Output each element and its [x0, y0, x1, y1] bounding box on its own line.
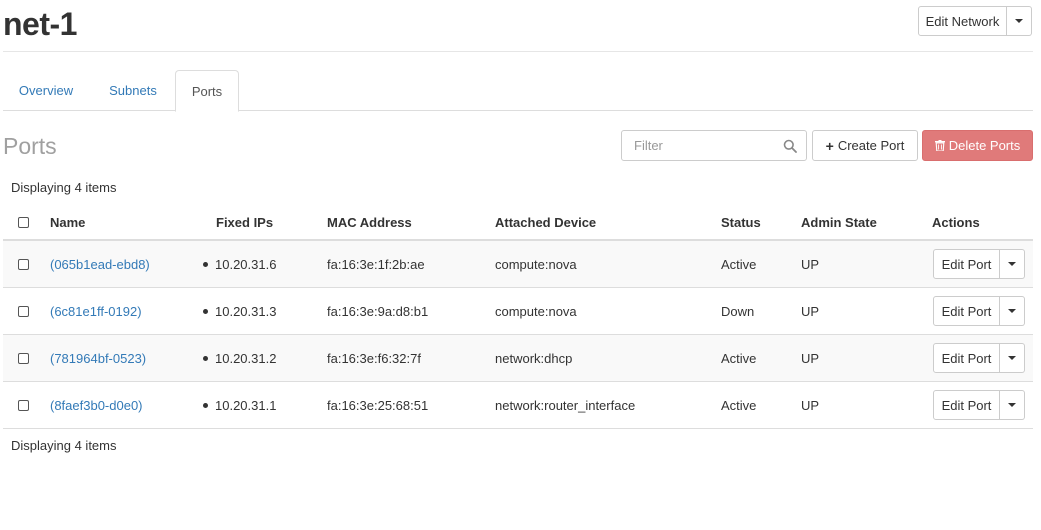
admin-state: UP: [801, 398, 820, 413]
trash-icon: [934, 140, 945, 151]
bullet-icon: [203, 403, 208, 409]
table-row: (6c81e1ff-0192) 10.20.31.3 fa:16:3e:9a:d…: [3, 288, 1033, 335]
ports-table: Name Fixed IPs MAC Address Attached Devi…: [3, 203, 1033, 429]
section-title: Ports: [3, 133, 57, 159]
item-count-top: Displaying 4 items: [11, 180, 117, 195]
plus-icon: +: [825, 137, 834, 154]
row-checkbox[interactable]: [18, 400, 29, 411]
row-checkbox[interactable]: [18, 306, 29, 317]
row-actions: Edit Port: [933, 343, 1025, 373]
fixed-ip-cell: 10.20.31.3: [203, 304, 276, 319]
port-name-link[interactable]: (6c81e1ff-0192): [50, 304, 142, 319]
chevron-down-icon: [1008, 262, 1016, 266]
search-icon[interactable]: [783, 139, 797, 153]
column-fixed-ips[interactable]: Fixed IPs: [216, 215, 273, 230]
fixed-ip: 10.20.31.6: [215, 257, 277, 272]
attached-device: network:dhcp: [495, 351, 573, 366]
row-checkbox[interactable]: [18, 353, 29, 364]
attached-device: network:router_interface: [495, 398, 636, 413]
status: Active: [721, 257, 757, 272]
fixed-ip-cell: 10.20.31.1: [203, 398, 276, 413]
create-port-button[interactable]: + Create Port: [812, 130, 918, 161]
port-name-link[interactable]: (781964bf-0523): [50, 351, 146, 366]
tab-overview[interactable]: Overview: [8, 70, 84, 111]
edit-network-dropdown-toggle[interactable]: [1007, 6, 1032, 36]
fixed-ip-cell: 10.20.31.6: [203, 257, 276, 272]
tab-ports[interactable]: Ports: [175, 70, 239, 112]
table-row: (065b1ead-ebd8) 10.20.31.6 fa:16:3e:1f:2…: [3, 241, 1033, 288]
edit-port-button[interactable]: Edit Port: [933, 343, 1000, 373]
delete-ports-label: Delete Ports: [948, 138, 1021, 153]
create-port-label: Create Port: [837, 138, 905, 153]
chevron-down-icon: [1008, 403, 1016, 407]
title-divider: [3, 51, 1033, 52]
row-actions-dropdown-toggle[interactable]: [1000, 249, 1025, 279]
fixed-ip: 10.20.31.3: [215, 304, 277, 319]
fixed-ip: 10.20.31.2: [215, 351, 277, 366]
filter-input[interactable]: [622, 138, 772, 153]
admin-state: UP: [801, 257, 820, 272]
edit-network-group: Edit Network: [918, 6, 1032, 36]
port-name-link[interactable]: (8faef3b0-d0e0): [50, 398, 143, 413]
edit-port-button[interactable]: Edit Port: [933, 390, 1000, 420]
status: Active: [721, 351, 757, 366]
attached-device: compute:nova: [495, 257, 577, 272]
edit-port-button[interactable]: Edit Port: [933, 296, 1000, 326]
mac-address: fa:16:3e:1f:2b:ae: [327, 257, 425, 272]
chevron-down-icon: [1008, 356, 1016, 360]
column-attached-device[interactable]: Attached Device: [495, 215, 596, 230]
chevron-down-icon: [1015, 19, 1023, 23]
table-row: (781964bf-0523) 10.20.31.2 fa:16:3e:f6:3…: [3, 335, 1033, 382]
delete-ports-button[interactable]: Delete Ports: [922, 130, 1033, 161]
edit-port-button[interactable]: Edit Port: [933, 249, 1000, 279]
mac-address: fa:16:3e:9a:d8:b1: [327, 304, 429, 319]
admin-state: UP: [801, 304, 820, 319]
tab-subnets[interactable]: Subnets: [97, 70, 169, 111]
filter-box: [621, 130, 807, 161]
column-mac-address[interactable]: MAC Address: [327, 215, 412, 230]
table-header: Name Fixed IPs MAC Address Attached Devi…: [3, 203, 1033, 241]
page-title: net-1: [3, 6, 77, 42]
column-status[interactable]: Status: [721, 215, 761, 230]
bullet-icon: [203, 356, 208, 362]
status: Active: [721, 398, 757, 413]
row-actions-dropdown-toggle[interactable]: [1000, 343, 1025, 373]
mac-address: fa:16:3e:f6:32:7f: [327, 351, 421, 366]
tab-bar: Overview Subnets Ports: [3, 70, 1033, 112]
row-actions-dropdown-toggle[interactable]: [1000, 296, 1025, 326]
column-admin-state[interactable]: Admin State: [801, 215, 877, 230]
mac-address: fa:16:3e:25:68:51: [327, 398, 429, 413]
bullet-icon: [203, 262, 208, 268]
edit-network-button[interactable]: Edit Network: [918, 6, 1007, 36]
status: Down: [721, 304, 755, 319]
column-actions: Actions: [932, 215, 980, 230]
port-name-link[interactable]: (065b1ead-ebd8): [50, 257, 150, 272]
bullet-icon: [203, 309, 208, 315]
column-name[interactable]: Name: [50, 215, 85, 230]
fixed-ip-cell: 10.20.31.2: [203, 351, 276, 366]
select-all-checkbox[interactable]: [18, 217, 29, 228]
row-actions-dropdown-toggle[interactable]: [1000, 390, 1025, 420]
row-checkbox[interactable]: [18, 259, 29, 270]
chevron-down-icon: [1008, 309, 1016, 313]
row-actions: Edit Port: [933, 296, 1025, 326]
admin-state: UP: [801, 351, 820, 366]
row-actions: Edit Port: [933, 390, 1025, 420]
row-actions: Edit Port: [933, 249, 1025, 279]
table-row: (8faef3b0-d0e0) 10.20.31.1 fa:16:3e:25:6…: [3, 382, 1033, 429]
fixed-ip: 10.20.31.1: [215, 398, 277, 413]
item-count-bottom: Displaying 4 items: [11, 438, 117, 453]
attached-device: compute:nova: [495, 304, 577, 319]
